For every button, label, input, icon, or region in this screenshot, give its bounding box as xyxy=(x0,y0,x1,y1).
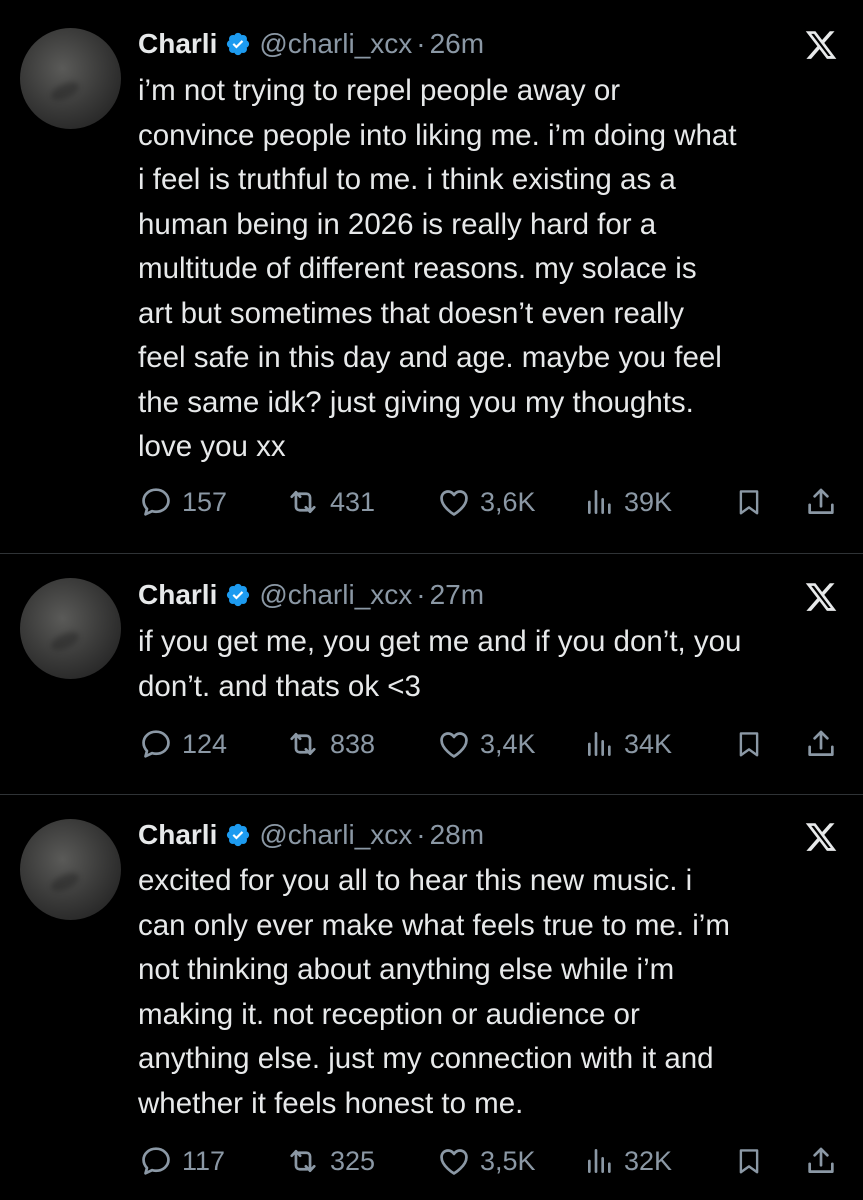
views-count: 39K xyxy=(624,486,673,517)
separator-dot: · xyxy=(416,819,426,850)
reply-count: 117 xyxy=(182,1145,226,1176)
reply-icon xyxy=(142,488,170,516)
like-count: 3,4K xyxy=(480,728,536,759)
tweet-actions: 124 838 3,4K 34K xyxy=(138,724,850,764)
views-button[interactable]: 39K xyxy=(584,482,672,522)
tweet-actions: 157 431 3,6K 39K xyxy=(138,482,850,522)
verified-badge-icon xyxy=(227,583,250,607)
author-handle[interactable]: @charli_xcx xyxy=(259,579,412,611)
bookmark-icon xyxy=(739,1149,759,1174)
reply-button[interactable]: 117 xyxy=(138,1141,225,1181)
bookmark-button[interactable] xyxy=(734,724,764,764)
tweet-2[interactable]: Charli @charli_xcx · 27m if you get me, … xyxy=(0,554,863,794)
reply-count: 157 xyxy=(182,486,228,517)
like-icon xyxy=(440,732,468,758)
reply-button[interactable]: 157 xyxy=(138,482,227,522)
reply-icon xyxy=(142,1147,170,1175)
views-button[interactable]: 34K xyxy=(584,724,672,764)
share-icon xyxy=(808,730,834,756)
like-button[interactable]: 3,6K xyxy=(436,482,536,522)
tweet-1[interactable]: Charli @charli_xcx · 26m i’m not trying … xyxy=(0,0,863,553)
share-button[interactable] xyxy=(804,724,838,764)
verified-badge-icon xyxy=(227,32,250,56)
repost-count: 838 xyxy=(330,728,376,759)
repost-button[interactable]: 431 xyxy=(284,482,375,522)
repost-button[interactable]: 838 xyxy=(284,724,375,764)
verified-badge-icon xyxy=(227,823,250,847)
author-name[interactable]: Charli xyxy=(138,28,217,60)
reply-button[interactable]: 124 xyxy=(138,724,227,764)
like-count: 3,5K xyxy=(480,1145,536,1176)
avatar[interactable] xyxy=(20,28,121,129)
like-button[interactable]: 3,5K xyxy=(436,1141,536,1181)
bookmark-icon xyxy=(739,732,759,757)
share-icon xyxy=(808,1147,834,1173)
x-logo-icon xyxy=(805,31,837,59)
author-handle[interactable]: @charli_xcx xyxy=(259,28,412,60)
tweet-text: i’m not trying to repel people away or c… xyxy=(138,74,737,463)
author-name[interactable]: Charli xyxy=(138,819,217,851)
timestamp[interactable]: 26m xyxy=(430,28,484,60)
x-logo-icon xyxy=(805,823,837,851)
bookmark-button[interactable] xyxy=(734,1141,764,1181)
like-count: 3,6K xyxy=(480,486,536,517)
views-icon xyxy=(588,1149,611,1173)
tweet-text: if you get me, you get me and if you don… xyxy=(138,625,742,703)
share-button[interactable] xyxy=(804,482,838,522)
repost-button[interactable]: 325 xyxy=(284,1141,375,1181)
views-count: 34K xyxy=(624,728,673,759)
author-name[interactable]: Charli xyxy=(138,579,217,611)
tweet-header: Charli @charli_xcx · 26m xyxy=(138,26,484,62)
views-icon xyxy=(588,732,611,756)
views-button[interactable]: 32K xyxy=(584,1141,672,1181)
separator-dot: · xyxy=(416,28,426,59)
tweet-text: excited for you all to hear this new mus… xyxy=(138,864,730,1120)
repost-count: 431 xyxy=(330,486,376,517)
tweet-header: Charli @charli_xcx · 28m xyxy=(138,817,484,853)
repost-icon xyxy=(290,732,316,756)
like-icon xyxy=(440,490,468,516)
reply-icon xyxy=(142,730,170,758)
avatar[interactable] xyxy=(20,819,121,920)
x-logo-icon xyxy=(805,583,837,611)
bookmark-button[interactable] xyxy=(734,482,764,522)
reply-count: 124 xyxy=(182,728,228,759)
views-icon xyxy=(588,490,611,514)
tweet-header: Charli @charli_xcx · 27m xyxy=(138,577,484,613)
timestamp[interactable]: 27m xyxy=(430,579,484,611)
views-count: 32K xyxy=(624,1145,673,1176)
avatar[interactable] xyxy=(20,578,121,679)
author-handle[interactable]: @charli_xcx xyxy=(259,819,412,851)
bookmark-icon xyxy=(739,490,759,515)
timestamp[interactable]: 28m xyxy=(430,819,484,851)
like-icon xyxy=(440,1149,468,1175)
tweet-actions: 117 325 3,5K 32K xyxy=(138,1141,850,1181)
separator-dot: · xyxy=(416,579,426,610)
like-button[interactable]: 3,4K xyxy=(436,724,536,764)
share-icon xyxy=(808,488,834,514)
repost-count: 325 xyxy=(330,1145,376,1176)
repost-icon xyxy=(290,490,316,514)
tweet-3[interactable]: Charli @charli_xcx · 28m excited for you… xyxy=(0,795,863,1200)
share-button[interactable] xyxy=(804,1141,838,1181)
repost-icon xyxy=(290,1149,316,1173)
